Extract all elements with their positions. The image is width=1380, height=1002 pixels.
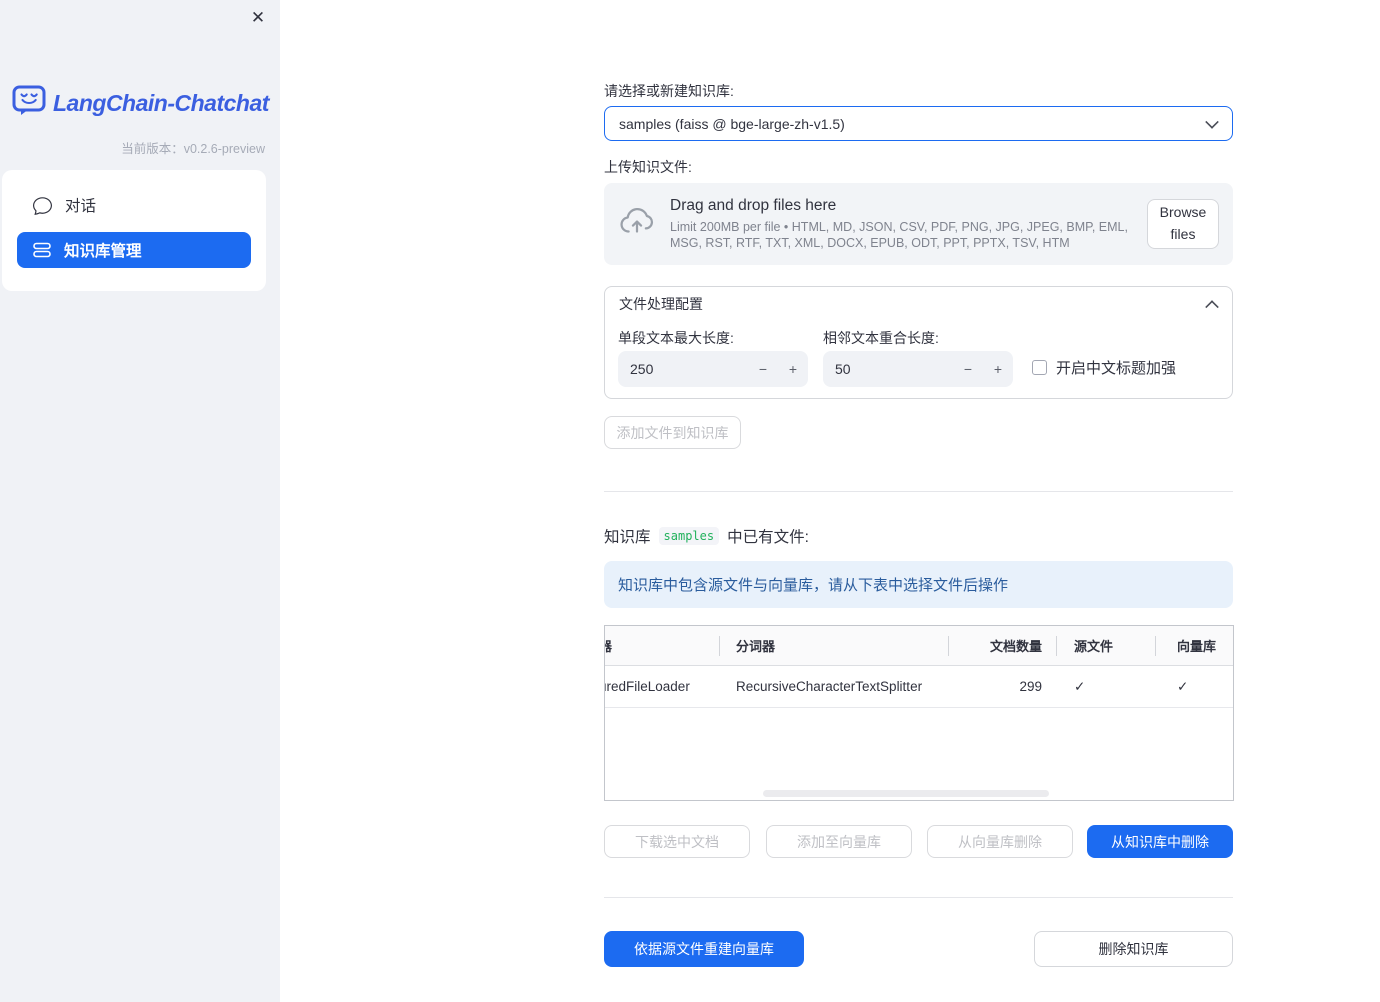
chunk-size-value[interactable]: 250 [618,361,748,377]
chatchat-logo-icon [12,85,46,121]
dropzone-limit-text: Limit 200MB per file • HTML, MD, JSON, C… [670,219,1128,250]
info-banner-text: 知识库中包含源文件与向量库，请从下表中选择文件后操作 [618,577,1009,594]
version-text: 当前版本：v0.2.6-preview [121,142,265,156]
kb-select[interactable]: samples (faiss @ bge-large-zh-v1.5) [604,106,1233,141]
close-icon[interactable]: ✕ [246,6,270,30]
cell-vector-store-check: ✓ [1177,678,1189,694]
checkbox-label: 开启中文标题加强 [1056,360,1177,377]
kb-files-table[interactable]: 器 分词器 文档数量 源文件 向量库 uredFileLoader Recurs… [604,625,1234,801]
col-vector-store-header[interactable]: 向量库 [1155,626,1233,665]
cell-loader: uredFileLoader [605,679,690,694]
kb-select-label: 请选择或新建知识库: [604,83,734,99]
sidebar: ✕ LangChain-Chatchat 当前版本：v0.2.6-preview… [0,0,280,1002]
chunk-size-label: 单段文本最大长度: [618,330,734,346]
divider [604,491,1233,492]
sidebar-menu: 对话 知识库管理 [2,170,266,291]
sidebar-item-knowledge-base[interactable]: 知识库管理 [17,232,251,268]
plus-button[interactable]: + [778,351,808,387]
cell-doc-count: 299 [1019,679,1042,694]
rebuild-vector-store-button[interactable]: 依据源文件重建向量库 [604,931,804,967]
overlap-size-value[interactable]: 50 [823,361,953,377]
browse-files-button[interactable]: Browse files [1147,199,1219,249]
kb-files-prefix: 知识库 [604,529,651,546]
horizontal-scrollbar[interactable] [763,790,1049,797]
table-header-row: 器 分词器 文档数量 源文件 向量库 [605,626,1233,666]
info-banner: 知识库中包含源文件与向量库，请从下表中选择文件后操作 [604,561,1233,608]
app-logo: LangChain-Chatchat [12,85,269,121]
kb-name-code: samples [658,527,720,545]
checkbox[interactable] [1032,360,1047,375]
delete-kb-button[interactable]: 删除知识库 [1034,931,1233,967]
file-dropzone[interactable]: Drag and drop files here Limit 200MB per… [604,183,1233,265]
sidebar-item-label: 知识库管理 [64,243,142,260]
sidebar-item-label: 对话 [65,198,97,215]
overlap-size-input[interactable]: 50 − + [823,351,1013,387]
cell-source-file-check: ✓ [1074,678,1086,694]
kb-select-value: samples (faiss @ bge-large-zh-v1.5) [619,115,845,132]
col-doc-count-header[interactable]: 文档数量 [948,626,1056,665]
delete-from-vector-store-button[interactable]: 从向量库删除 [927,825,1073,858]
add-to-vector-store-button[interactable]: 添加至向量库 [766,825,912,858]
download-selected-button[interactable]: 下载选中文档 [604,825,750,858]
chunk-size-input[interactable]: 250 − + [618,351,808,387]
overlap-size-label: 相邻文本重合长度: [823,330,939,346]
zh-title-checkbox-row[interactable]: 开启中文标题加强 [1032,357,1176,378]
cloud-upload-icon [618,206,656,243]
expander-title: 文件处理配置 [619,296,703,312]
col-source-file-header[interactable]: 源文件 [1056,626,1155,665]
file-config-expander: 文件处理配置 单段文本最大长度: 相邻文本重合长度: 250 − + 50 − … [604,286,1233,399]
kb-files-heading: 知识库 samples 中已有文件: [604,525,809,547]
list-stack-icon [33,242,51,258]
col-loader-header[interactable]: 器 [605,626,719,665]
cell-splitter: RecursiveCharacterTextSplitter [736,679,923,694]
minus-button[interactable]: − [748,351,778,387]
app-title: LangChain-Chatchat [53,89,269,116]
minus-button[interactable]: − [953,351,983,387]
delete-from-kb-button[interactable]: 从知识库中删除 [1087,825,1233,858]
table-row[interactable]: uredFileLoader RecursiveCharacterTextSpl… [605,666,1233,708]
chevron-down-icon [1205,114,1219,129]
sidebar-item-dialogue[interactable]: 对话 [17,188,251,222]
chat-bubble-icon [33,196,52,215]
divider [604,897,1233,898]
upload-label: 上传知识文件: [604,159,692,175]
expander-header[interactable]: 文件处理配置 [605,287,1232,321]
col-splitter-header[interactable]: 分词器 [719,626,948,665]
kb-files-suffix: 中已有文件: [727,529,809,546]
chevron-up-icon [1205,299,1219,314]
plus-button[interactable]: + [983,351,1013,387]
dropzone-title: Drag and drop files here [670,196,837,214]
add-files-to-kb-button[interactable]: 添加文件到知识库 [604,416,741,449]
